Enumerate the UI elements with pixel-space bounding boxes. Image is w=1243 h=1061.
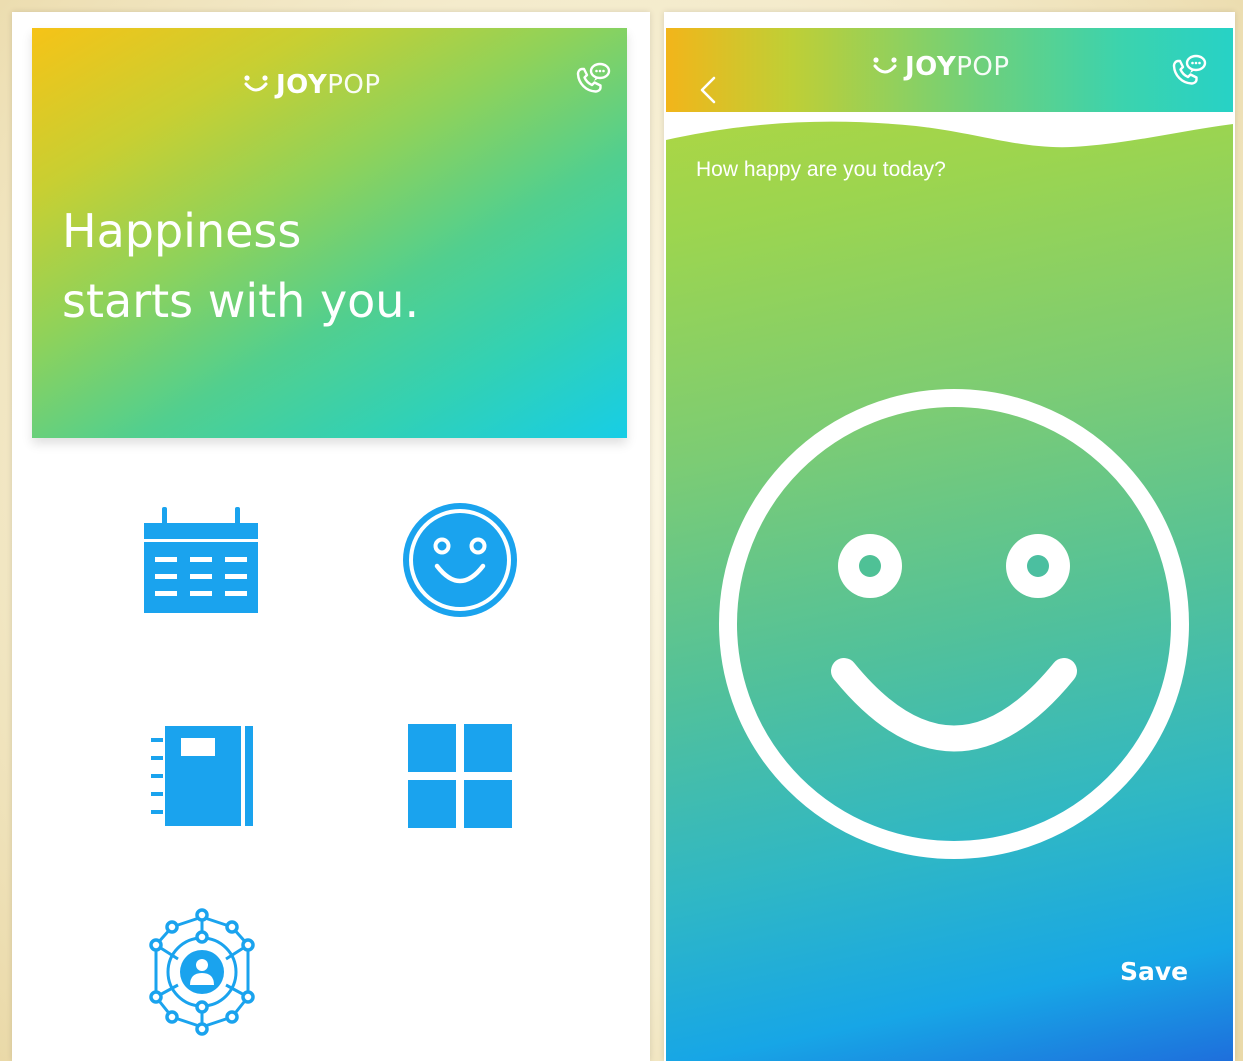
- brand-bold-text: JOY: [905, 52, 957, 82]
- headline-text: Happiness starts with you.: [62, 204, 420, 328]
- journal-notebook-icon[interactable]: [147, 724, 257, 828]
- phone-chat-icon[interactable]: [1168, 52, 1208, 92]
- smiley-face-icon[interactable]: [716, 386, 1192, 862]
- hero-banner: JOY POP Happiness starts with you.: [32, 28, 627, 438]
- mood-screen: JOY POP How happy are you today? Save: [664, 12, 1235, 1061]
- calendar-icon[interactable]: [140, 507, 262, 615]
- chevron-left-icon[interactable]: [694, 70, 724, 110]
- home-screen: JOY POP Happiness starts with you.: [12, 12, 650, 1061]
- support-network-icon[interactable]: [142, 907, 262, 1037]
- smile-logo-icon: [873, 57, 897, 74]
- save-button[interactable]: Save: [1120, 957, 1188, 986]
- brand-light-text: POP: [327, 70, 381, 100]
- smiley-face-icon[interactable]: [402, 502, 518, 618]
- brand-light-text: POP: [956, 52, 1010, 82]
- apps-grid-icon[interactable]: [408, 724, 512, 828]
- mood-header: JOY POP: [666, 28, 1233, 116]
- smile-logo-icon: [244, 75, 268, 92]
- brand-bold-text: JOY: [276, 70, 328, 100]
- joypop-logo: JOY POP: [242, 70, 381, 100]
- header-wave-divider: [666, 112, 1233, 148]
- joypop-logo: JOY POP: [871, 52, 1010, 82]
- mood-question: How happy are you today?: [696, 158, 946, 181]
- phone-chat-icon[interactable]: [572, 60, 612, 100]
